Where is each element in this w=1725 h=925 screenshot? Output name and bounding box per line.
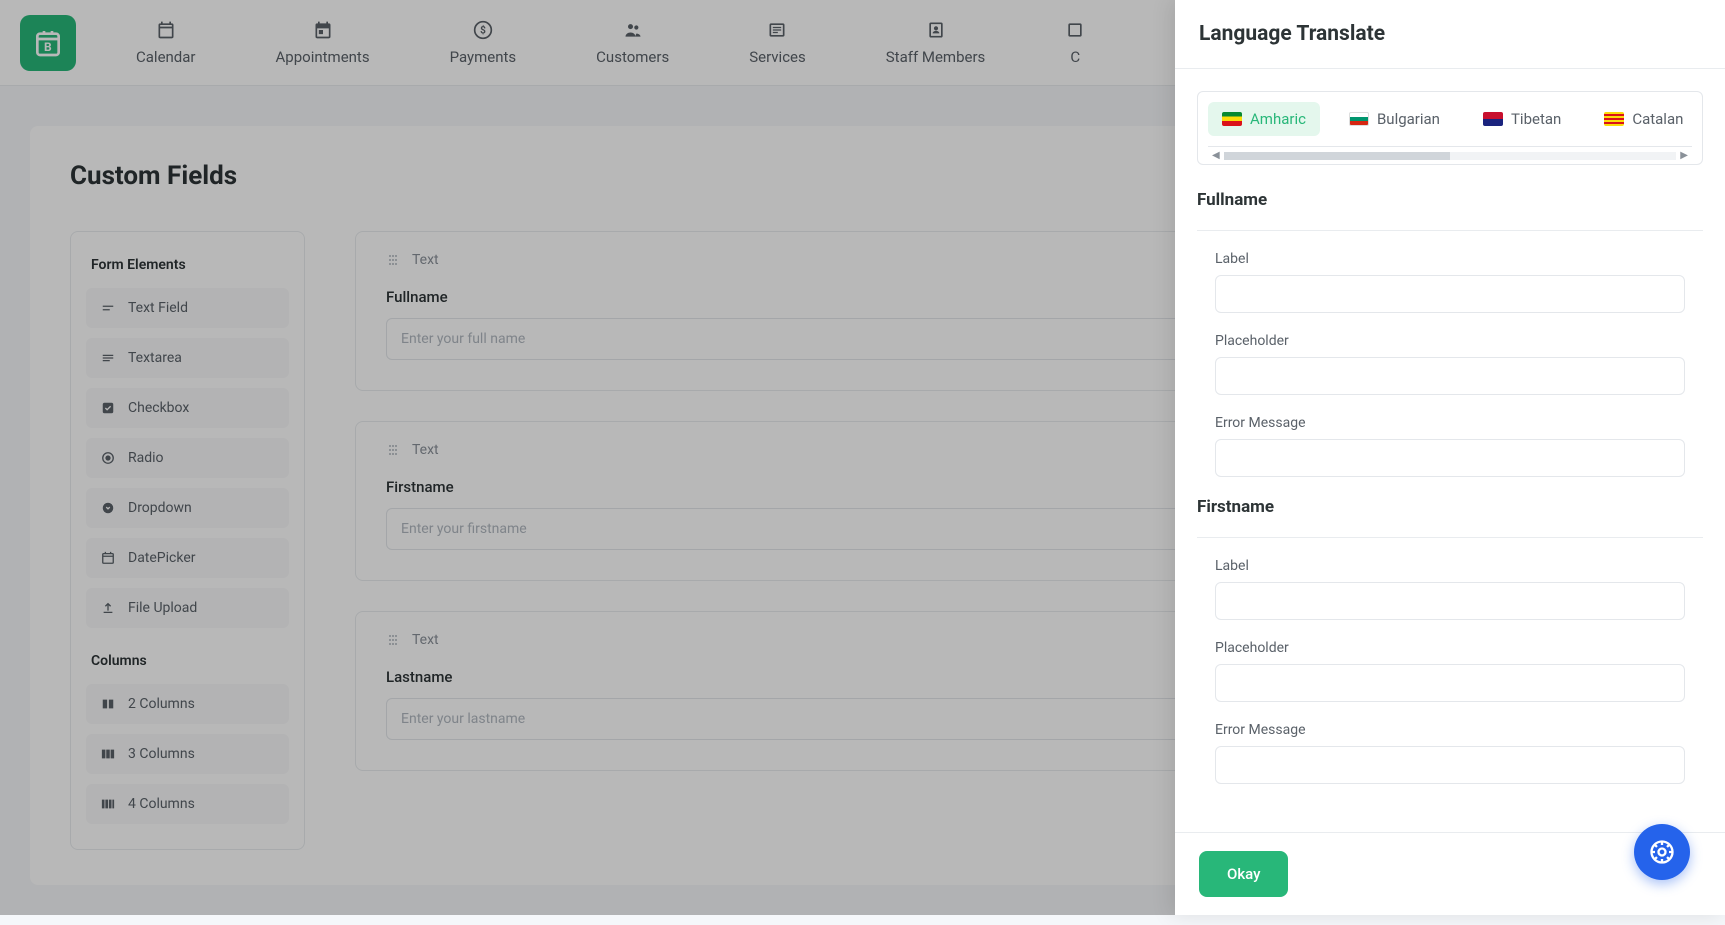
scroll-thumb[interactable] (1224, 152, 1450, 160)
label: Error Message (1215, 415, 1685, 431)
translate-drawer: Language Translate Amharic Bulgarian Tib… (1175, 0, 1725, 915)
firstname-placeholder-input[interactable] (1215, 664, 1685, 702)
fullname-placeholder-input[interactable] (1215, 357, 1685, 395)
lang-label: Catalan (1632, 110, 1683, 128)
label: Label (1215, 558, 1685, 574)
fullname-error-input[interactable] (1215, 439, 1685, 477)
firstname-label-input[interactable] (1215, 582, 1685, 620)
label: Error Message (1215, 722, 1685, 738)
form-group: Error Message (1197, 722, 1703, 784)
drawer-body: Amharic Bulgarian Tibetan Catalan (1175, 69, 1725, 832)
section-heading-fullname: Fullname (1197, 190, 1703, 210)
lang-scrollbar: ◀ ▶ (1208, 146, 1692, 164)
lang-tab-bulgarian[interactable]: Bulgarian (1335, 102, 1454, 136)
section-heading-firstname: Firstname (1197, 497, 1703, 517)
lang-label: Bulgarian (1377, 110, 1440, 128)
lang-label: Amharic (1250, 110, 1306, 128)
lang-label: Tibetan (1511, 110, 1561, 128)
label: Label (1215, 251, 1685, 267)
form-group: Placeholder (1197, 333, 1703, 395)
form-group: Error Message (1197, 415, 1703, 477)
firstname-error-input[interactable] (1215, 746, 1685, 784)
label: Placeholder (1215, 333, 1685, 349)
lang-tab-catalan[interactable]: Catalan (1590, 102, 1692, 136)
drawer-title: Language Translate (1199, 22, 1701, 46)
flag-catalan-icon (1604, 112, 1624, 126)
flag-bulgarian-icon (1349, 112, 1369, 126)
flag-amharic-icon (1222, 112, 1242, 126)
label: Placeholder (1215, 640, 1685, 656)
okay-button[interactable]: Okay (1199, 851, 1288, 897)
divider (1197, 537, 1703, 538)
help-fab[interactable] (1634, 824, 1690, 880)
form-group: Label (1197, 558, 1703, 620)
language-tab-list: Amharic Bulgarian Tibetan Catalan (1208, 102, 1692, 146)
scroll-left-icon[interactable]: ◀ (1208, 150, 1224, 161)
lang-tab-tibetan[interactable]: Tibetan (1469, 102, 1575, 136)
flag-tibetan-icon (1483, 112, 1503, 126)
form-group: Placeholder (1197, 640, 1703, 702)
drawer-header: Language Translate (1175, 0, 1725, 69)
divider (1197, 230, 1703, 231)
scroll-track[interactable] (1224, 152, 1677, 160)
form-group: Label (1197, 251, 1703, 313)
scroll-right-icon[interactable]: ▶ (1676, 150, 1692, 161)
language-tabs: Amharic Bulgarian Tibetan Catalan (1197, 91, 1703, 165)
lang-tab-amharic[interactable]: Amharic (1208, 102, 1320, 136)
fullname-label-input[interactable] (1215, 275, 1685, 313)
help-icon (1648, 838, 1676, 866)
